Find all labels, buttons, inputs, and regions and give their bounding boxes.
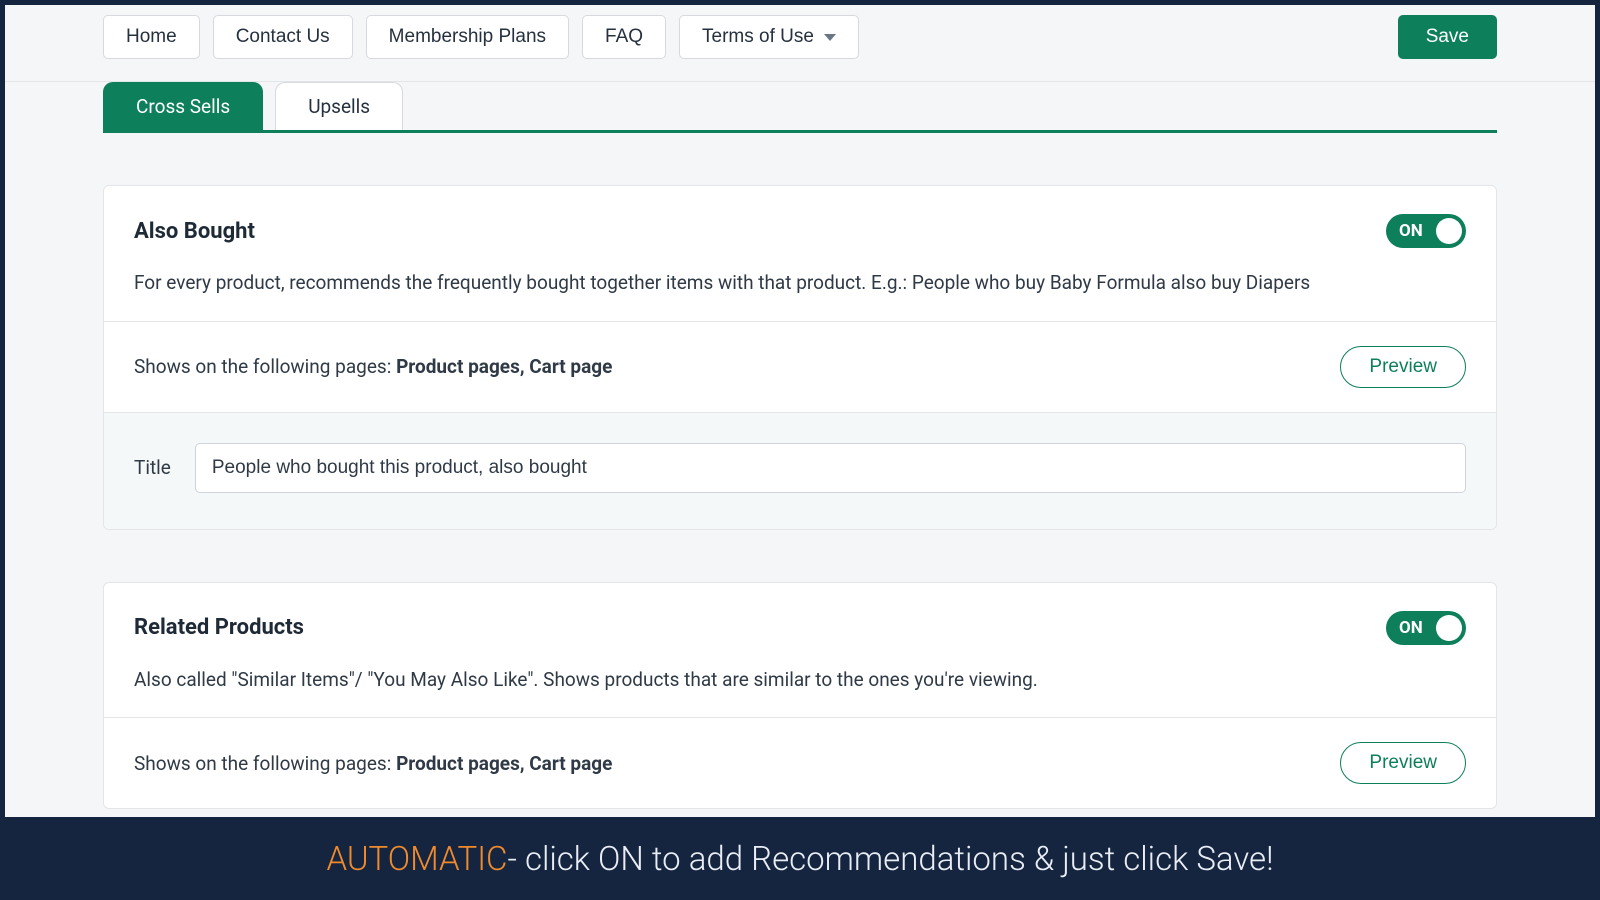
shows-text: Shows on the following pages: Product pa… xyxy=(134,355,612,378)
nav-contact[interactable]: Contact Us xyxy=(213,15,353,59)
nav-terms[interactable]: Terms of Use xyxy=(679,15,859,59)
footer-banner: AUTOMATIC - click ON to add Recommendati… xyxy=(0,818,1600,900)
top-nav: Home Contact Us Membership Plans FAQ Ter… xyxy=(5,5,1595,82)
shows-pages: Product pages, Cart page xyxy=(396,752,612,775)
card-shows: Shows on the following pages: Product pa… xyxy=(104,717,1496,808)
shows-prefix: Shows on the following pages: xyxy=(134,355,396,378)
card-related-products: Related Products ON Also called "Similar… xyxy=(103,582,1497,810)
chevron-down-icon xyxy=(824,34,836,41)
preview-button-related[interactable]: Preview xyxy=(1340,742,1466,784)
footer-rest: - click ON to add Recommendations & just… xyxy=(507,840,1273,879)
card-head: Related Products ON Also called "Similar… xyxy=(104,583,1496,718)
tabs: Cross Sells Upsells xyxy=(103,82,1497,133)
tab-cross-sells[interactable]: Cross Sells xyxy=(103,82,263,130)
toggle-label: ON xyxy=(1399,221,1423,241)
card-desc: For every product, recommends the freque… xyxy=(134,270,1466,297)
title-label: Title xyxy=(134,456,171,479)
card-also-bought: Also Bought ON For every product, recomm… xyxy=(103,185,1497,530)
save-button[interactable]: Save xyxy=(1398,15,1497,59)
card-shows: Shows on the following pages: Product pa… xyxy=(104,321,1496,412)
card-head-row: Also Bought ON xyxy=(134,214,1466,248)
tabs-container: Cross Sells Upsells xyxy=(5,82,1595,133)
toggle-knob xyxy=(1436,615,1462,641)
toggle-also-bought[interactable]: ON xyxy=(1386,214,1466,248)
nav-home[interactable]: Home xyxy=(103,15,200,59)
nav-faq[interactable]: FAQ xyxy=(582,15,666,59)
shows-text: Shows on the following pages: Product pa… xyxy=(134,752,612,775)
card-head: Also Bought ON For every product, recomm… xyxy=(104,186,1496,321)
shows-pages: Product pages, Cart page xyxy=(396,355,612,378)
title-input-row: Title xyxy=(104,412,1496,529)
toggle-related[interactable]: ON xyxy=(1386,611,1466,645)
footer-highlight: AUTOMATIC xyxy=(326,840,507,879)
card-title: Also Bought xyxy=(134,219,255,244)
card-title: Related Products xyxy=(134,615,304,640)
shows-prefix: Shows on the following pages: xyxy=(134,752,396,775)
nav-membership[interactable]: Membership Plans xyxy=(366,15,569,59)
nav-terms-label: Terms of Use xyxy=(702,26,814,48)
card-desc: Also called "Similar Items"/ "You May Al… xyxy=(134,667,1466,694)
title-input[interactable] xyxy=(195,443,1466,493)
preview-button-also-bought[interactable]: Preview xyxy=(1340,346,1466,388)
card-head-row: Related Products ON xyxy=(134,611,1466,645)
toggle-knob xyxy=(1436,218,1462,244)
app-frame: Home Contact Us Membership Plans FAQ Ter… xyxy=(4,4,1596,818)
toggle-label: ON xyxy=(1399,618,1423,638)
tab-upsells[interactable]: Upsells xyxy=(275,82,403,130)
content: Also Bought ON For every product, recomm… xyxy=(5,133,1595,809)
